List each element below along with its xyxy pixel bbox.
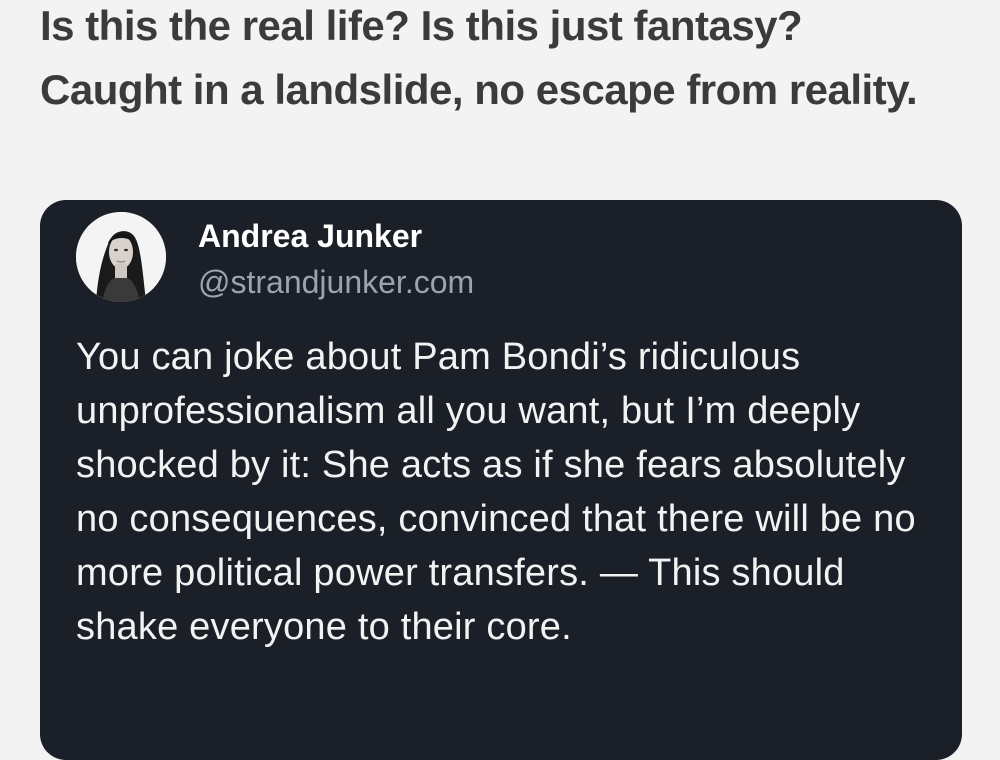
quoted-post-text: You can joke about Pam Bondi’s ridiculou…: [76, 336, 916, 648]
author-name[interactable]: Andrea Junker: [198, 216, 422, 256]
quoted-post-card[interactable]: Andrea Junker @strandjunker.com You can …: [40, 200, 962, 760]
user-avatar-icon: [76, 212, 166, 302]
author-handle[interactable]: @strandjunker.com: [198, 262, 474, 302]
post-text: Is this the real life? Is this just fant…: [40, 2, 918, 113]
author-avatar[interactable]: [76, 212, 166, 302]
